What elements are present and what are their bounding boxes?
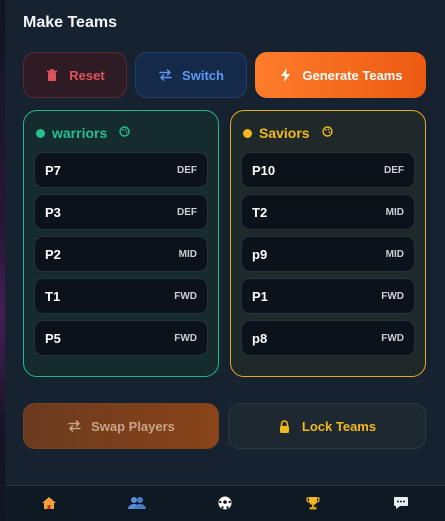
- player-row[interactable]: P1 FWD: [241, 278, 415, 314]
- player-name: p8: [252, 330, 268, 346]
- players-icon[interactable]: [117, 496, 157, 509]
- lock-teams-label: Lock Teams: [301, 418, 377, 434]
- player-position: DEF: [177, 164, 197, 176]
- trash-icon: [45, 68, 59, 82]
- player-row[interactable]: P7 DEF: [34, 152, 208, 188]
- player-position: FWD: [381, 332, 404, 344]
- reset-label: Reset: [69, 67, 105, 83]
- palette-icon[interactable]: [119, 126, 130, 140]
- player-name: P1: [252, 288, 268, 304]
- player-name: p9: [252, 246, 268, 262]
- team-header: warriors: [34, 121, 208, 145]
- generate-teams-button[interactable]: Generate Teams: [255, 52, 426, 98]
- trophy-icon[interactable]: [293, 496, 333, 510]
- reset-button[interactable]: Reset: [23, 52, 127, 98]
- player-name: P3: [45, 204, 61, 220]
- lock-teams-button[interactable]: Lock Teams: [228, 403, 426, 449]
- page-title: Make Teams: [23, 14, 117, 31]
- bottom-navigation: [5, 485, 445, 521]
- player-row[interactable]: T2 MID: [241, 194, 415, 230]
- player-row[interactable]: P2 MID: [34, 236, 208, 272]
- player-position: DEF: [384, 164, 404, 176]
- player-row[interactable]: T1 FWD: [34, 278, 208, 314]
- lightning-icon: [278, 68, 292, 82]
- swap-arrows-icon: [67, 419, 81, 433]
- player-position: FWD: [174, 290, 197, 302]
- team-name[interactable]: warriors: [52, 125, 107, 141]
- player-name: P5: [45, 330, 61, 346]
- player-position: MID: [178, 248, 197, 260]
- soccer-ball-icon[interactable]: [205, 496, 245, 510]
- player-position: MID: [385, 248, 404, 260]
- team-name[interactable]: Saviors: [259, 125, 310, 141]
- player-position: MID: [385, 206, 404, 218]
- player-position: FWD: [174, 332, 197, 344]
- player-name: P2: [45, 246, 61, 262]
- player-row[interactable]: P5 FWD: [34, 320, 208, 356]
- team-header: Saviors: [241, 121, 415, 145]
- player-name: T1: [45, 288, 61, 304]
- team-card-warriors: warriors P7 DEF P3 DEF P2 MID T1 FWD P5 …: [23, 110, 219, 377]
- swap-arrows-icon: [158, 68, 172, 82]
- player-row[interactable]: p8 FWD: [241, 320, 415, 356]
- player-position: FWD: [381, 290, 404, 302]
- generate-label: Generate Teams: [302, 67, 403, 83]
- chat-icon[interactable]: [381, 496, 421, 510]
- player-name: P7: [45, 162, 61, 178]
- team-color-dot: [243, 128, 252, 138]
- make-teams-panel: Make Teams Reset Switch Generate Teams w…: [5, 0, 445, 521]
- player-name: T2: [252, 204, 268, 220]
- player-row[interactable]: P10 DEF: [241, 152, 415, 188]
- palette-icon[interactable]: [321, 126, 333, 140]
- player-name: P10: [252, 162, 276, 178]
- switch-button[interactable]: Switch: [135, 52, 247, 98]
- team-card-saviors: Saviors P10 DEF T2 MID p9 MID P1 FWD p8 …: [230, 110, 426, 377]
- switch-label: Switch: [182, 67, 224, 83]
- team-color-dot: [36, 128, 45, 138]
- swap-players-label: Swap Players: [91, 418, 175, 434]
- player-position: DEF: [177, 206, 197, 218]
- home-icon[interactable]: [29, 496, 69, 510]
- lock-icon: [278, 419, 292, 433]
- swap-players-button[interactable]: Swap Players: [23, 403, 219, 449]
- player-row[interactable]: p9 MID: [241, 236, 415, 272]
- player-row[interactable]: P3 DEF: [34, 194, 208, 230]
